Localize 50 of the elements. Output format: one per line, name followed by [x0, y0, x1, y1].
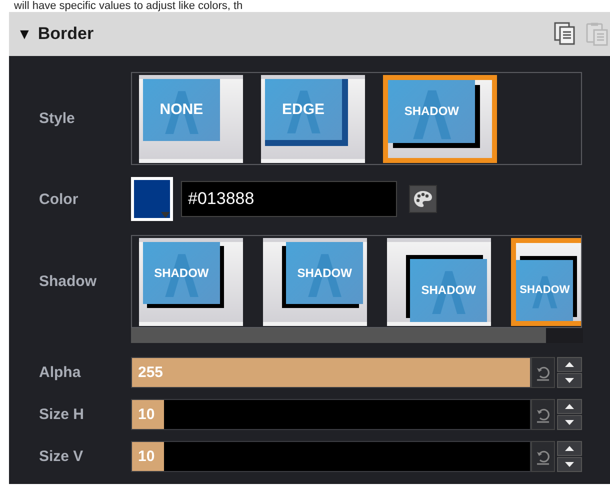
- color-label: Color: [39, 190, 80, 208]
- reset-button[interactable]: [531, 357, 555, 388]
- panel-title: Border: [38, 24, 95, 44]
- increment-button[interactable]: [557, 441, 582, 456]
- undo-icon: [536, 406, 550, 422]
- slider-fill[interactable]: 10: [132, 400, 164, 429]
- reset-button[interactable]: [531, 441, 555, 472]
- shadow-option[interactable]: SHADOW: [387, 238, 491, 326]
- increment-button[interactable]: [557, 357, 582, 372]
- clipboard-icon: [586, 22, 608, 46]
- decrement-button[interactable]: [557, 415, 582, 430]
- increment-button[interactable]: [557, 399, 582, 414]
- shadow-option[interactable]: SHADOW: [139, 238, 243, 326]
- slider-label: Alpha: [39, 364, 82, 381]
- slider-fill[interactable]: 10: [132, 442, 164, 471]
- undo-icon: [536, 364, 550, 380]
- shadow-option[interactable]: SHADOW: [263, 238, 367, 326]
- decrement-button[interactable]: [557, 457, 582, 472]
- style-option[interactable]: SHADOW: [383, 74, 497, 162]
- style-label: Style: [39, 110, 76, 127]
- copy-button[interactable]: [552, 20, 578, 48]
- shadow-label: Shadow: [39, 273, 98, 290]
- collapse-arrow[interactable]: ▼: [17, 26, 32, 42]
- down-arrow-icon: [565, 420, 574, 425]
- up-arrow-icon: [565, 404, 574, 409]
- slider-value: 255: [138, 364, 164, 381]
- down-arrow-icon: [565, 378, 574, 383]
- panel-header[interactable]: ▼ Border: [9, 12, 610, 56]
- shadow-option[interactable]: SHADOW: [511, 238, 581, 326]
- slider-fill[interactable]: 255: [132, 358, 530, 387]
- slider-track[interactable]: 10: [131, 399, 531, 430]
- color-swatch[interactable]: [131, 177, 173, 221]
- slider-value: 10: [138, 406, 155, 423]
- slider-label: Size H: [39, 406, 86, 423]
- style-option[interactable]: EDGE: [261, 74, 365, 162]
- color-input-field[interactable]: #013888: [181, 181, 397, 217]
- slider-track[interactable]: 10: [131, 441, 531, 472]
- slider-label: Size V: [39, 448, 84, 465]
- style-option[interactable]: NONE: [139, 74, 243, 162]
- decrement-button[interactable]: [557, 373, 582, 388]
- up-arrow-icon: [565, 446, 574, 451]
- palette-icon: [413, 190, 433, 208]
- reset-button[interactable]: [531, 399, 555, 430]
- intro-text: will have specific values to adjust like colors, th: [13, 0, 244, 12]
- palette-button[interactable]: [409, 185, 437, 213]
- up-arrow-icon: [565, 362, 574, 367]
- down-arrow-icon: [565, 462, 574, 467]
- slider-value: 10: [138, 448, 155, 465]
- undo-icon: [536, 448, 550, 464]
- documents-icon: [554, 22, 576, 46]
